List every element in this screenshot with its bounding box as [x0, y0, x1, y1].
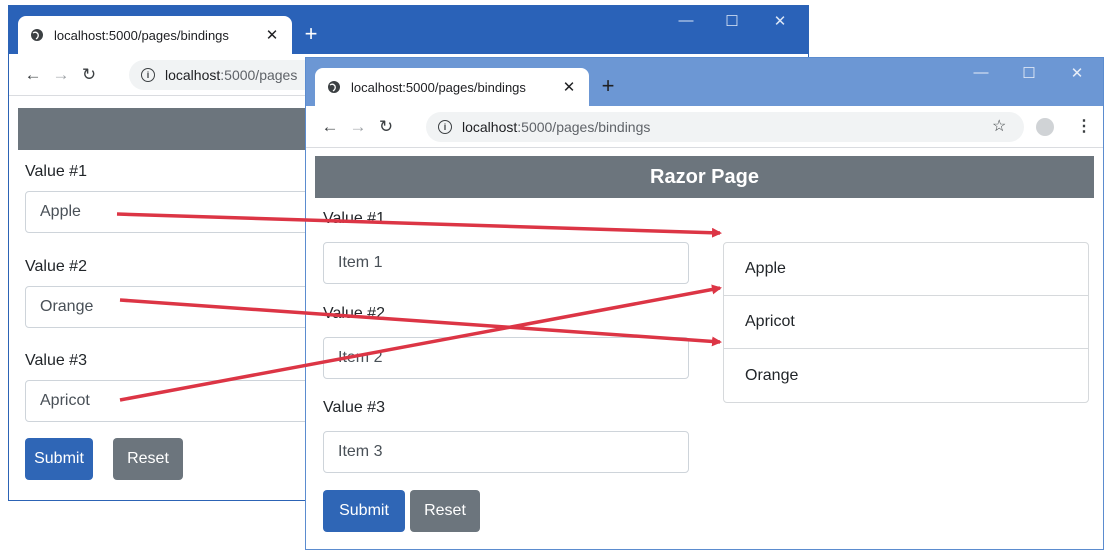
value-2-input[interactable]: Orange [25, 286, 345, 328]
value-1-label: Value #1 [323, 210, 385, 227]
profile-avatar[interactable] [1036, 118, 1054, 136]
stage: localhost:5000/pages/bindings ✕ + — ☐ ✕ … [0, 0, 1109, 551]
minimize-button[interactable]: — [966, 64, 996, 81]
maximize-button[interactable]: ☐ [717, 12, 747, 30]
list-item: Apple [724, 243, 1088, 296]
title-bar: localhost:5000/pages/bindings ✕ + — ☐ ✕ [9, 6, 808, 54]
submit-button[interactable]: Submit [25, 438, 93, 480]
value-2-label: Value #2 [323, 305, 385, 322]
back-arrow-icon[interactable]: ← [316, 117, 344, 137]
reset-button[interactable]: Reset [113, 438, 183, 480]
value-3-input[interactable]: Item 3 [323, 431, 689, 473]
browser-tab[interactable]: localhost:5000/pages/bindings ✕ [18, 16, 292, 54]
title-bar: localhost:5000/pages/bindings ✕ + — ☐ ✕ [306, 58, 1103, 106]
value-1-input[interactable]: Apple [25, 191, 345, 233]
browser-toolbar: ← → ↻ i localhost:5000/pages/bindings ☆ … [306, 106, 1103, 148]
value-3-label: Value #3 [323, 399, 385, 416]
globe-icon [30, 28, 44, 42]
list-item: Apricot [724, 296, 1088, 349]
address-bar[interactable]: i localhost:5000/pages/bindings [426, 111, 1024, 142]
page-header: Razor Page [315, 156, 1094, 198]
value-1-input[interactable]: Item 1 [323, 242, 689, 284]
value-2-input[interactable]: Item 2 [323, 337, 689, 379]
tab-close-icon[interactable]: ✕ [561, 78, 577, 96]
list-item: Orange [745, 366, 799, 384]
value-3-input[interactable]: Apricot [25, 380, 345, 422]
new-tab-button[interactable]: + [596, 74, 620, 98]
maximize-button[interactable]: ☐ [1014, 64, 1044, 82]
value-2-label: Value #2 [25, 258, 87, 275]
results-list: Apple Apricot Orange [723, 242, 1089, 403]
url-host: localhost [165, 66, 221, 83]
value-3-label: Value #3 [25, 352, 87, 369]
reload-icon[interactable]: ↻ [75, 65, 103, 85]
browser-tab[interactable]: localhost:5000/pages/bindings ✕ [315, 68, 589, 106]
back-arrow-icon[interactable]: ← [19, 65, 47, 85]
info-icon: i [141, 67, 155, 82]
browser-window-front: localhost:5000/pages/bindings ✕ + — ☐ ✕ … [305, 57, 1104, 550]
url-path: :5000/pages/bindings [517, 118, 651, 135]
globe-icon [327, 80, 341, 94]
reload-icon[interactable]: ↻ [372, 117, 400, 137]
new-tab-button[interactable]: + [299, 22, 323, 46]
url-host: localhost [462, 118, 518, 135]
tab-title: localhost:5000/pages/bindings [351, 79, 526, 95]
submit-button[interactable]: Submit [323, 490, 405, 532]
bookmark-star-icon[interactable]: ☆ [992, 116, 1006, 136]
forward-arrow-icon[interactable]: → [344, 117, 372, 137]
minimize-button[interactable]: — [671, 12, 701, 29]
value-1-label: Value #1 [25, 163, 87, 180]
close-button[interactable]: ✕ [1062, 64, 1092, 82]
forward-arrow-icon[interactable]: → [47, 65, 75, 85]
close-button[interactable]: ✕ [765, 12, 795, 30]
tab-title: localhost:5000/pages/bindings [54, 27, 229, 43]
menu-icon[interactable]: ⋮ [1076, 116, 1092, 136]
url-path: :5000/pages [220, 66, 298, 83]
info-icon: i [438, 119, 452, 134]
reset-button[interactable]: Reset [410, 490, 480, 532]
tab-close-icon[interactable]: ✕ [264, 26, 280, 44]
